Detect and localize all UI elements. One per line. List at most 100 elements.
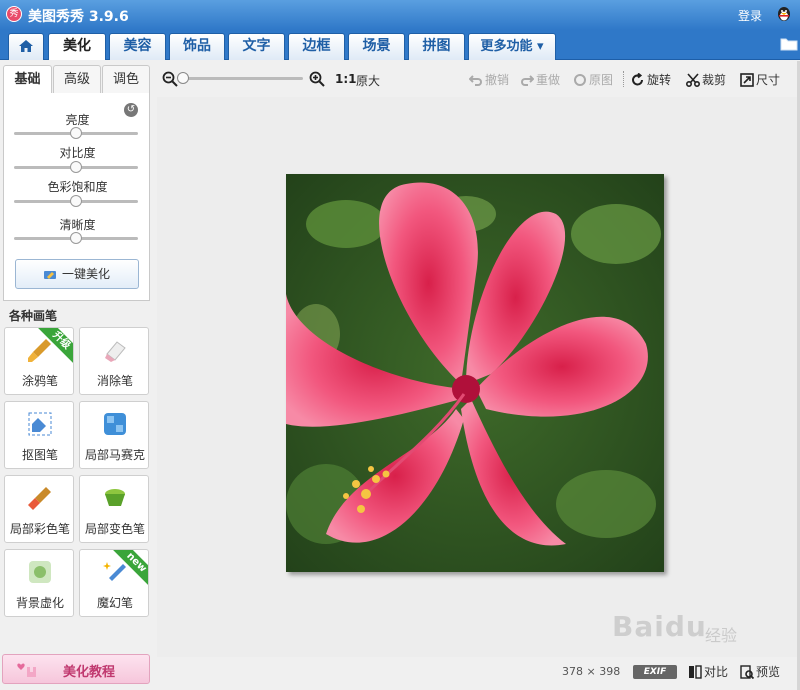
watermark-subtext: 经验 <box>705 626 738 645</box>
background-blur-label: 背景虚化 <box>15 596 64 610</box>
partial-color-brush-tool[interactable]: 局部彩色笔 <box>4 475 74 543</box>
tab-beautify[interactable]: 美化 <box>48 33 106 60</box>
eraser-icon <box>105 341 126 362</box>
contrast-label: 对比度 <box>59 146 96 160</box>
zoom-slider[interactable] <box>177 72 303 84</box>
cutout-brush-label: 抠图笔 <box>21 448 58 462</box>
sharpness-label: 清晰度 <box>59 218 96 232</box>
app-logo-icon: 秀 <box>6 6 22 22</box>
status-bar: 378 × 398 EXIF 对比 预览 <box>157 657 797 690</box>
tab-text[interactable]: 文字 <box>228 33 285 60</box>
crop-button[interactable]: 裁剪 <box>685 71 727 88</box>
image-width: 378 <box>562 665 583 678</box>
one-key-beautify-label: 一键美化 <box>61 267 110 281</box>
zoom-slider-knob[interactable] <box>177 72 189 84</box>
eraser-brush-tool[interactable]: 消除笔 <box>79 327 149 395</box>
original-image-icon <box>574 74 586 86</box>
brightness-label: 亮度 <box>65 113 90 127</box>
redo-icon <box>521 75 535 86</box>
preview-icon <box>740 665 755 680</box>
adjust-subtabs: 基础 高级 调色 <box>3 65 151 93</box>
image-dimensions: 378 × 398 <box>562 665 620 678</box>
saturation-knob[interactable] <box>70 195 82 207</box>
left-panel: 基础 高级 调色 ↺ 亮度 对比度 色彩饱和度 清晰度 一键美化 各种画笔 升级… <box>0 61 157 690</box>
sharpness-slider[interactable] <box>14 232 138 244</box>
cutout-brush-tool[interactable]: 抠图笔 <box>4 401 74 469</box>
background-blur-tool[interactable]: 背景虚化 <box>4 549 74 617</box>
toolbar-divider <box>623 71 624 87</box>
paint-bucket-icon <box>105 489 125 506</box>
brightness-knob[interactable] <box>70 127 82 139</box>
tab-home[interactable] <box>8 33 44 60</box>
magic-wand-icon <box>43 271 56 279</box>
title-bar: 秀 美图秀秀 3.9.6 登录 <box>0 0 800 30</box>
redo-label: 重做 <box>536 73 561 87</box>
brightness-slider[interactable] <box>14 127 138 139</box>
main-tab-bar: 美化 美容 饰品 文字 边框 场景 拼图 更多功能 ▾ <box>0 30 800 60</box>
resize-label: 尺寸 <box>756 73 781 87</box>
mosaic-brush-tool[interactable]: 局部马赛克 <box>79 401 149 469</box>
preview-label: 预览 <box>756 665 781 679</box>
magic-brush-tool[interactable]: new 魔幻笔 <box>79 549 149 617</box>
rotate-icon <box>632 72 643 86</box>
rotate-button[interactable]: 旋转 <box>631 71 671 88</box>
image-canvas[interactable] <box>157 97 797 657</box>
beautify-tutorial-label: 美化教程 <box>63 665 116 680</box>
app-title: 美图秀秀 3.9.6 <box>28 9 129 25</box>
zoom-out-icon[interactable] <box>162 71 178 87</box>
preview-button[interactable]: 预览 <box>740 663 780 680</box>
compare-button[interactable]: 对比 <box>688 663 728 680</box>
undo-button[interactable]: 撤销 <box>468 71 510 88</box>
pen-nib-icon <box>28 412 52 436</box>
tab-facial[interactable]: 美容 <box>109 33 166 60</box>
tab-scenes[interactable]: 场景 <box>348 33 405 60</box>
tab-frames[interactable]: 边框 <box>288 33 345 60</box>
tab-collage[interactable]: 拼图 <box>408 33 465 60</box>
subtab-advanced[interactable]: 高级 <box>53 65 101 93</box>
hibiscus-photo[interactable] <box>286 174 664 572</box>
subtab-color-tone[interactable]: 调色 <box>102 65 150 93</box>
saturation-label: 色彩饱和度 <box>47 180 108 194</box>
original-image-label: 原图 <box>589 73 614 87</box>
qq-penguin-icon[interactable] <box>776 5 792 23</box>
one-key-beautify-button[interactable]: 一键美化 <box>15 259 139 289</box>
undo-label: 撤销 <box>485 73 510 87</box>
compare-icon <box>689 665 702 679</box>
eraser-brush-label: 消除笔 <box>96 374 133 388</box>
partial-recolor-brush-tool[interactable]: 局部变色笔 <box>79 475 149 543</box>
blur-icon <box>29 561 51 583</box>
redo-button[interactable]: 重做 <box>520 71 560 88</box>
hand-heart-icon <box>17 663 36 677</box>
scissors-icon <box>685 73 701 88</box>
doodle-brush-tool[interactable]: 升级 涂鸦笔 <box>4 327 74 395</box>
login-link[interactable]: 登录 <box>738 7 762 24</box>
color-brush-icon <box>28 487 51 510</box>
subtab-basic[interactable]: 基础 <box>3 65 52 93</box>
open-folder-icon[interactable] <box>780 37 798 51</box>
contrast-slider[interactable] <box>14 161 138 173</box>
original-image-button[interactable]: 原图 <box>573 71 613 88</box>
zoom-in-icon[interactable] <box>309 71 325 87</box>
dimension-separator: × <box>586 665 596 678</box>
compare-label: 对比 <box>704 665 729 679</box>
contrast-knob[interactable] <box>70 161 82 173</box>
beautify-tutorial-button[interactable]: 美化教程 <box>2 654 150 684</box>
home-icon <box>19 40 33 52</box>
edit-toolbar: 1:1 原大 撤销 重做 原图 旋转 裁剪 尺寸 <box>157 61 800 97</box>
resize-icon <box>740 73 754 87</box>
crop-label: 裁剪 <box>702 73 727 87</box>
watermark-text: Baidu <box>612 610 707 643</box>
tab-accessories[interactable]: 饰品 <box>169 33 225 60</box>
doodle-brush-label: 涂鸦笔 <box>21 374 58 388</box>
tab-more-features[interactable]: 更多功能 ▾ <box>468 33 556 60</box>
sharpness-knob[interactable] <box>70 232 82 244</box>
partial-recolor-brush-label: 局部变色笔 <box>84 522 145 536</box>
original-size-button[interactable]: 原大 <box>356 72 380 89</box>
partial-color-brush-label: 局部彩色笔 <box>9 522 70 536</box>
brushes-heading: 各种画笔 <box>9 309 58 323</box>
mosaic-icon <box>104 413 126 435</box>
actual-size-button[interactable]: 1:1 <box>335 72 357 86</box>
resize-button[interactable]: 尺寸 <box>740 71 780 88</box>
saturation-slider[interactable] <box>14 195 138 207</box>
exif-button[interactable]: EXIF <box>633 665 677 679</box>
